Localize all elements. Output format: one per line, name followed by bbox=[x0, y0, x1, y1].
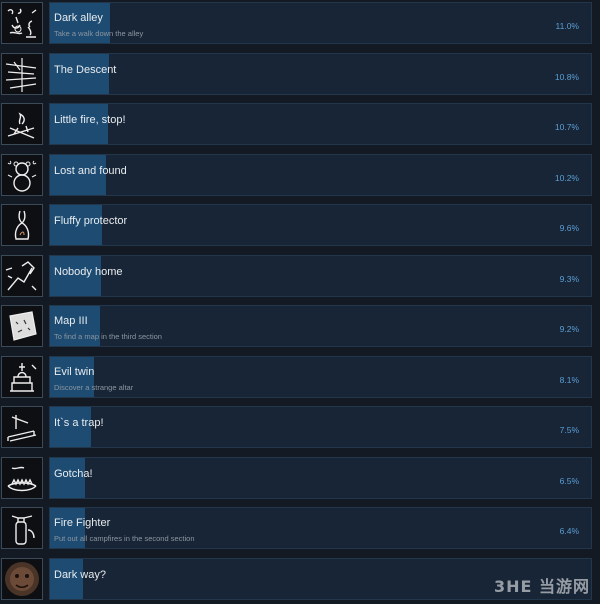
unlock-percent: 9.6% bbox=[560, 223, 579, 233]
unlock-percent: 7.5% bbox=[560, 425, 579, 435]
chase-icon bbox=[1, 2, 43, 44]
unlock-progress-bar: Little fire, stop! 10.7% bbox=[49, 103, 592, 145]
achievement-row[interactable]: Map III To find a map in the third sectio… bbox=[0, 303, 600, 351]
achievement-row[interactable]: Lost and found 10.2% bbox=[0, 152, 600, 200]
achievement-row[interactable]: It`s a trap! 7.5% bbox=[0, 404, 600, 452]
fire-extinguisher-icon bbox=[1, 507, 43, 549]
rabbit-icon bbox=[1, 204, 43, 246]
unlock-percent: 8.1% bbox=[560, 375, 579, 385]
achievement-name: Evil twin bbox=[54, 366, 94, 378]
achievement-name: Dark alley bbox=[54, 12, 103, 24]
achievement-name: Fluffy protector bbox=[54, 215, 127, 227]
campfire-icon bbox=[1, 103, 43, 145]
achievement-name: The Descent bbox=[54, 64, 116, 76]
achievement-name: It`s a trap! bbox=[54, 417, 104, 429]
unlock-percent: 10.2% bbox=[555, 173, 579, 183]
unlock-progress-bar: It`s a trap! 7.5% bbox=[49, 406, 592, 448]
map-icon bbox=[1, 305, 43, 347]
unlock-percent: 10.8% bbox=[555, 72, 579, 82]
achievement-row[interactable]: Fluffy protector 9.6% bbox=[0, 202, 600, 250]
achievement-description: Put out all campfires in the second sect… bbox=[54, 534, 195, 543]
unlock-percent: 6.4% bbox=[560, 526, 579, 536]
site-watermark: 3HE 当游网 bbox=[494, 573, 590, 597]
achievement-row[interactable]: Little fire, stop! 10.7% bbox=[0, 101, 600, 149]
achievement-name: Lost and found bbox=[54, 165, 127, 177]
unlock-percent: 10.7% bbox=[555, 122, 579, 132]
achievement-name: Nobody home bbox=[54, 266, 123, 278]
unlock-percent: 6.5% bbox=[560, 476, 579, 486]
dark-face-icon bbox=[1, 558, 43, 600]
achievement-name: Dark way? bbox=[54, 569, 106, 581]
bear-trap-icon bbox=[1, 457, 43, 499]
achievement-name: Fire Fighter bbox=[54, 517, 110, 529]
achievement-description: Take a walk down the alley bbox=[54, 29, 143, 38]
door-knock-icon bbox=[1, 255, 43, 297]
achievement-description: To find a map in the third section bbox=[54, 332, 162, 341]
unlock-progress-bar: Lost and found 10.2% bbox=[49, 154, 592, 196]
teddy-bear-icon bbox=[1, 154, 43, 196]
achievement-row[interactable]: Dark alley Take a walk down the alley 11.0… bbox=[0, 0, 600, 48]
achievement-row[interactable]: Gotcha! 6.5% bbox=[0, 455, 600, 503]
achievement-row[interactable]: Nobody home 9.3% bbox=[0, 253, 600, 301]
altar-icon bbox=[1, 356, 43, 398]
achievement-list: Dark alley Take a walk down the alley 11.0… bbox=[0, 0, 600, 603]
achievement-row[interactable]: Fire Fighter Put out all campfires in the… bbox=[0, 505, 600, 553]
unlock-percent: 11.0% bbox=[556, 21, 579, 31]
achievement-description: Discover a strange altar bbox=[54, 383, 133, 392]
achievement-row[interactable]: The Descent 10.8% bbox=[0, 51, 600, 99]
unlock-progress-bar: The Descent 10.8% bbox=[49, 53, 592, 95]
unlock-progress-bar: Gotcha! 6.5% bbox=[49, 457, 592, 499]
trap-icon bbox=[1, 406, 43, 448]
unlock-progress-bar: Map III To find a map in the third sectio… bbox=[49, 305, 592, 347]
achievement-row[interactable]: Evil twin Discover a strange altar 8.1% bbox=[0, 354, 600, 402]
unlock-progress-bar: Nobody home 9.3% bbox=[49, 255, 592, 297]
unlock-progress-bar: Dark alley Take a walk down the alley 11.0… bbox=[49, 2, 592, 44]
unlock-progress-bar: Fluffy protector 9.6% bbox=[49, 204, 592, 246]
unlock-progress-bar: Fire Fighter Put out all campfires in the… bbox=[49, 507, 592, 549]
achievement-name: Map III bbox=[54, 315, 88, 327]
descent-icon bbox=[1, 53, 43, 95]
unlock-percent: 9.2% bbox=[560, 324, 579, 334]
achievement-name: Little fire, stop! bbox=[54, 114, 126, 126]
unlock-progress-bar: Evil twin Discover a strange altar 8.1% bbox=[49, 356, 592, 398]
achievement-name: Gotcha! bbox=[54, 468, 93, 480]
unlock-percent: 9.3% bbox=[560, 274, 579, 284]
